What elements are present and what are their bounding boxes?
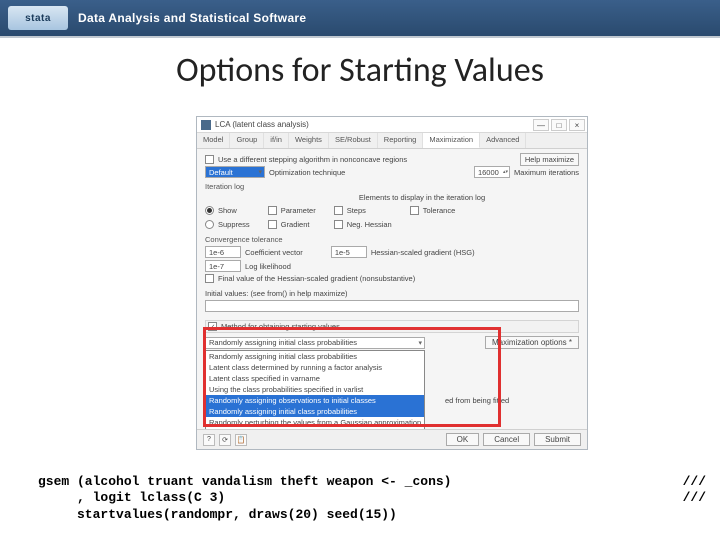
app-topbar: stata Data Analysis and Statistical Soft… (0, 0, 720, 36)
ll-tol-input[interactable]: 1e-7 (205, 260, 241, 272)
init-values-label: Initial values: (see from() in help maxi… (205, 289, 348, 298)
show-radio[interactable] (205, 206, 214, 215)
continuation-slashes: /// /// (683, 474, 706, 507)
trace-checkbox[interactable] (205, 274, 214, 283)
dropdown-option[interactable]: Randomly assigning initial class probabi… (206, 351, 424, 362)
elements-label: Elements to display in the iteration log (359, 193, 485, 202)
suppress-label: Suppress (218, 220, 250, 229)
coef-tol-value: 1e-6 (209, 248, 224, 257)
dropdown-option-selected[interactable]: Randomly assigning initial class probabi… (206, 406, 424, 417)
code-line-2: , logit lclass(C 3) (38, 490, 225, 505)
submit-button[interactable]: Submit (534, 433, 581, 446)
slash-1: /// (683, 474, 706, 489)
maxiter-spinner[interactable]: 16000 (474, 166, 510, 178)
dropdown-option[interactable]: Randomly perturbing the values from a Ga… (206, 417, 424, 428)
starting-method-select[interactable]: Randomly assigning initial class probabi… (205, 337, 425, 349)
iterlog-section: Iteration log (205, 182, 579, 191)
dialog-body: Use a different stepping algorithm in no… (197, 149, 587, 416)
tab-group[interactable]: Group (230, 133, 264, 148)
maxiter-label: Maximum iterations (514, 168, 579, 177)
suppress-radio[interactable] (205, 220, 214, 229)
init-values-input[interactable] (205, 300, 579, 312)
starting-method-value: Randomly assigning initial class probabi… (209, 338, 357, 347)
stata-logo: stata (8, 6, 68, 30)
tol-checkbox[interactable] (410, 206, 419, 215)
code-block: gsem (alcohol truant vandalism theft wea… (38, 474, 710, 523)
tab-model[interactable]: Model (197, 133, 230, 148)
dropdown-option[interactable]: Latent class determined by running a fac… (206, 362, 424, 373)
ok-button[interactable]: OK (446, 433, 480, 446)
opt-technique-label: Optimization technique (269, 168, 345, 177)
opt-technique-value: Default (209, 168, 233, 177)
close-button[interactable]: × (569, 119, 585, 131)
copy-icon[interactable]: 📋 (235, 434, 247, 446)
tagline: Data Analysis and Statistical Software (78, 11, 306, 25)
tab-maximization[interactable]: Maximization (423, 133, 480, 148)
stepping-label: Use a different stepping algorithm in no… (218, 155, 407, 164)
dropdown-option[interactable]: Latent class specified in varname (206, 373, 424, 384)
code-line-1: gsem (alcohol truant vandalism theft wea… (38, 474, 451, 489)
slash-2: /// (683, 490, 706, 505)
starting-method-dropdown[interactable]: Randomly assigning initial class probabi… (205, 350, 425, 440)
maximize-button[interactable]: □ (551, 119, 567, 131)
hsg-tol-input[interactable]: 1e-5 (331, 246, 367, 258)
maxiter-value: 16000 (478, 168, 499, 177)
hsg-tol-value: 1e-5 (335, 248, 350, 257)
dialog-title: LCA (latent class analysis) (215, 120, 309, 129)
coef-tol-label: Coefficient vector (245, 248, 303, 257)
grad-label: Gradient (281, 220, 310, 229)
minimize-button[interactable]: — (533, 119, 549, 131)
grad-checkbox[interactable] (268, 220, 277, 229)
help-icon[interactable]: ? (203, 434, 215, 446)
dialog-footer: ? ⟳ 📋 OK Cancel Submit (197, 429, 587, 449)
param-checkbox[interactable] (268, 206, 277, 215)
trace-label: Final value of the Hessian-scaled gradie… (218, 274, 415, 283)
tab-advanced[interactable]: Advanced (480, 133, 526, 148)
divider (0, 36, 720, 38)
param-label: Parameter (281, 206, 316, 215)
lca-dialog: LCA (latent class analysis) — □ × Model … (196, 116, 588, 450)
tab-ifin[interactable]: if/in (264, 133, 289, 148)
tab-reporting[interactable]: Reporting (378, 133, 424, 148)
tol-label: Tolerance (423, 206, 456, 215)
hess-label: Neg. Hessian (347, 220, 392, 229)
dialog-titlebar: LCA (latent class analysis) — □ × (197, 117, 587, 133)
hsg-tol-label: Hessian-scaled gradient (HSG) (371, 248, 475, 257)
show-label: Show (218, 206, 237, 215)
dropdown-option[interactable]: Using the class probabilities specified … (206, 384, 424, 395)
conv-section: Convergence tolerance (205, 235, 579, 244)
cancel-button[interactable]: Cancel (483, 433, 530, 446)
coef-tol-input[interactable]: 1e-6 (205, 246, 241, 258)
stepping-checkbox[interactable] (205, 155, 214, 164)
opt-technique-select[interactable]: Default (205, 166, 265, 178)
code-line-3: startvalues(randompr, draws(20) seed(15)… (38, 507, 397, 522)
page-title: Options for Starting Values (0, 50, 720, 91)
starting-values-checkbox[interactable]: ✓ (208, 322, 217, 331)
maxopts-button[interactable]: Maximization options * (485, 336, 579, 349)
hess-checkbox[interactable] (334, 220, 343, 229)
steps-checkbox[interactable] (334, 206, 343, 215)
help-maximize-button[interactable]: Help maximize (520, 153, 579, 166)
ll-tol-label: Log likelihood (245, 262, 291, 271)
drop-fit-label: ed from being fitted (445, 396, 509, 405)
steps-label: Steps (347, 206, 366, 215)
app-icon (201, 120, 211, 130)
tab-weights[interactable]: Weights (289, 133, 329, 148)
ll-tol-value: 1e-7 (209, 262, 224, 271)
dialog-tabs: Model Group if/in Weights SE/Robust Repo… (197, 133, 587, 149)
reset-icon[interactable]: ⟳ (219, 434, 231, 446)
tab-se[interactable]: SE/Robust (329, 133, 378, 148)
dropdown-option[interactable]: Randomly assigning observations to initi… (206, 395, 424, 406)
starting-values-label: Method for obtaining starting values (221, 322, 340, 331)
